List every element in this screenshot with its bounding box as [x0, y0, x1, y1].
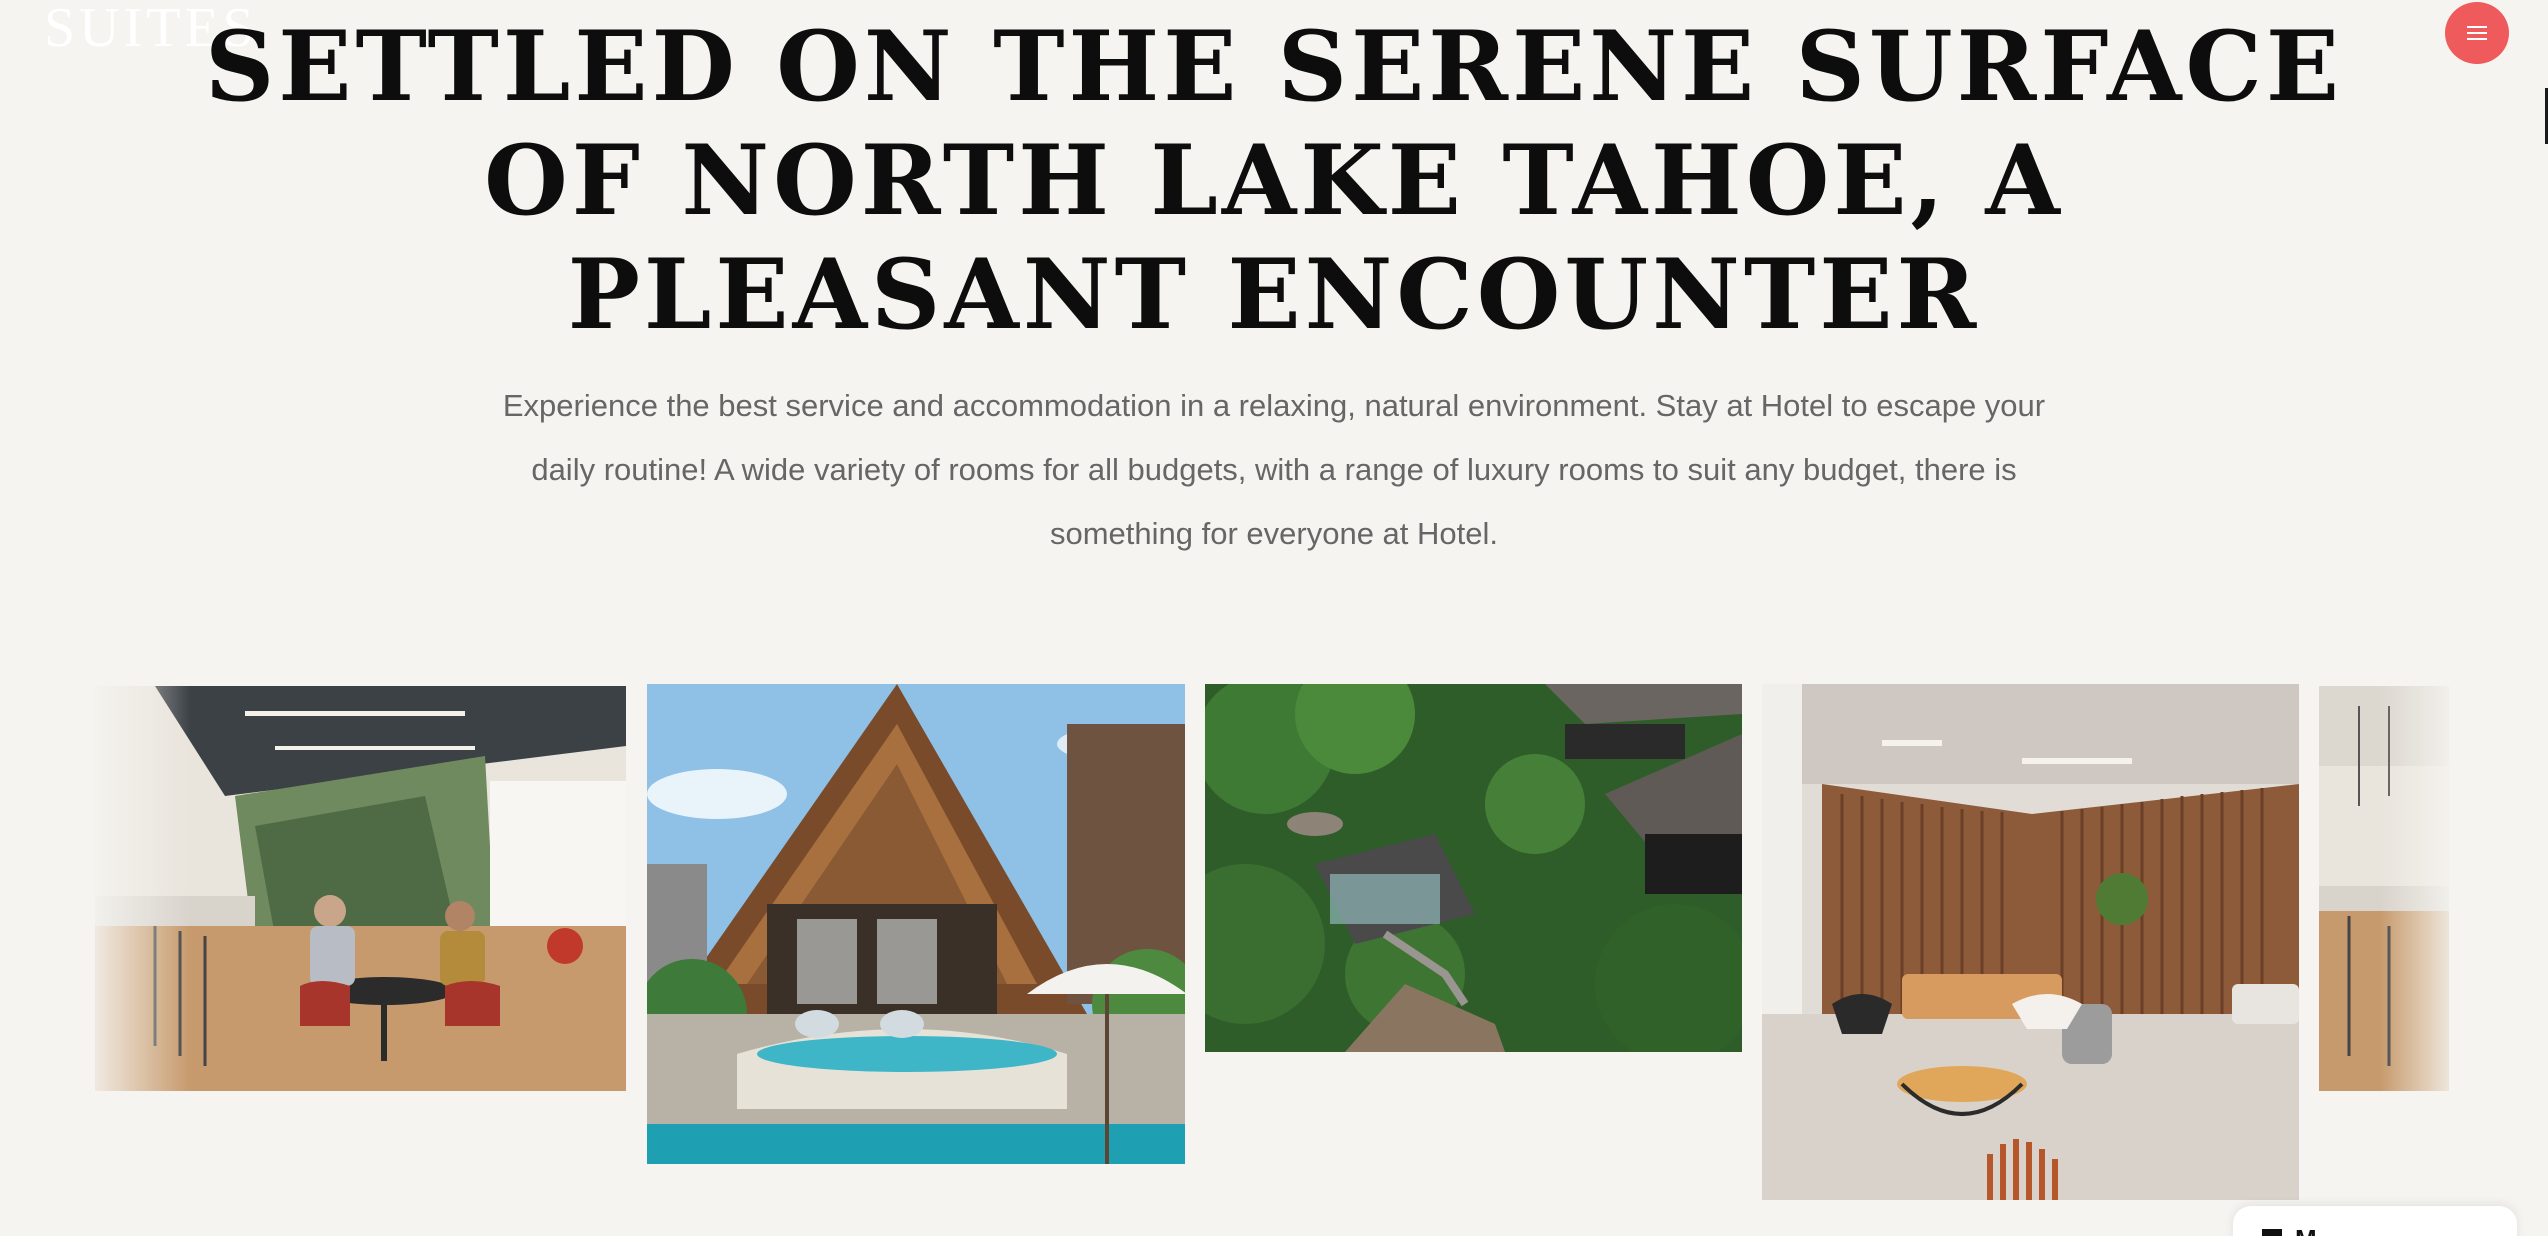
chat-widget-label: M...: [2295, 1226, 2338, 1236]
hotel-lobby-image: [1762, 684, 2299, 1200]
villa-pool-image: [647, 684, 1185, 1164]
menu-button[interactable]: [2445, 2, 2509, 64]
jungle-resort-image: [1205, 684, 1742, 1052]
chat-bubble-icon: [2262, 1229, 2282, 1236]
chat-widget-tab[interactable]: M...: [2233, 1206, 2517, 1236]
gallery-photo-jungle[interactable]: [1205, 684, 1742, 1052]
hamburger-menu-icon: [2467, 26, 2487, 40]
hero-description: Experience the best service and accommod…: [502, 388, 2046, 551]
hero-title: SETTLED ON THE SERENE SURFACE OF NORTH L…: [204, 10, 2344, 351]
gallery-photo-villa[interactable]: [647, 684, 1185, 1164]
gallery-fade-left: [60, 680, 190, 1200]
gallery-photo-lobby[interactable]: [1762, 684, 2299, 1200]
page: SUITES SETTLED ON THE SERENE SURFACE OF …: [0, 0, 2548, 1236]
gallery-fade-right: [2380, 680, 2480, 1200]
